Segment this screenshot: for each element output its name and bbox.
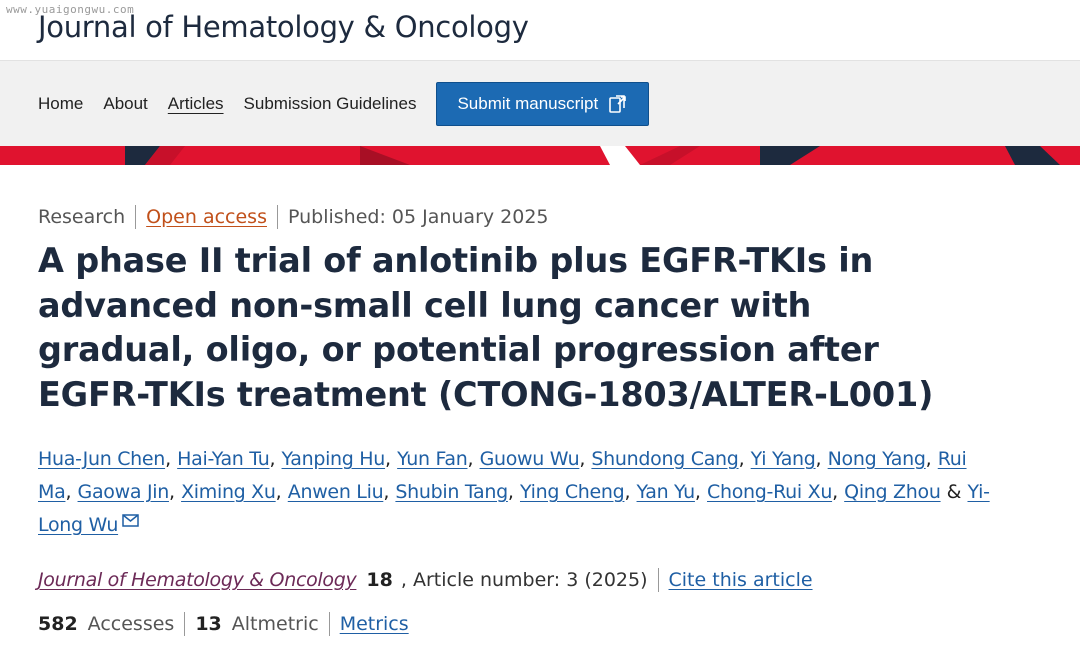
- divider: [135, 205, 137, 229]
- author-link[interactable]: Shundong Cang: [591, 448, 738, 470]
- accesses-label: Accesses: [87, 613, 175, 635]
- author-link[interactable]: Nong Yang: [828, 448, 926, 470]
- author-separator: ,: [832, 481, 845, 503]
- volume-number: 18: [366, 569, 393, 591]
- author-link[interactable]: Qing Zhou: [844, 481, 941, 503]
- submit-manuscript-button[interactable]: Submit manuscript: [436, 81, 650, 126]
- author-link[interactable]: Shubin Tang: [395, 481, 508, 503]
- altmetric-label: Altmetric: [231, 613, 319, 635]
- author-separator: ,: [694, 481, 708, 503]
- article-metrics: 582 Accesses 13 Altmetric Metrics: [38, 612, 1020, 636]
- nav-articles-link[interactable]: Articles: [168, 94, 224, 114]
- author-separator: ,: [65, 481, 78, 503]
- author-separator: ,: [383, 481, 396, 503]
- altmetric-count: 13: [195, 613, 222, 635]
- author-separator: ,: [624, 481, 637, 503]
- email-icon[interactable]: [122, 514, 139, 527]
- divider: [328, 612, 330, 636]
- article-header: Research Open access Published: 05 Janua…: [0, 205, 1080, 636]
- author-link[interactable]: Gaowa Jin: [78, 481, 170, 503]
- article-type: Research: [38, 206, 126, 228]
- published-date: Published: 05 January 2025: [287, 206, 549, 228]
- author-separator: ,: [815, 448, 828, 470]
- article-meta: Research Open access Published: 05 Janua…: [38, 205, 1020, 229]
- external-submit-icon: [609, 94, 627, 113]
- author-list: Hua-Jun Chen, Hai-Yan Tu, Yanping Hu, Yu…: [38, 443, 998, 542]
- author-separator: ,: [507, 481, 520, 503]
- article-title: A phase II trial of anlotinib plus EGFR-…: [38, 241, 934, 414]
- author-separator: ,: [269, 448, 282, 470]
- nav-about-link[interactable]: About: [103, 94, 147, 114]
- divider: [276, 205, 278, 229]
- cite-this-article-link[interactable]: Cite this article: [669, 569, 813, 591]
- nav-submission-guidelines-link[interactable]: Submission Guidelines: [244, 94, 417, 114]
- author-separator: ,: [579, 448, 592, 470]
- author-link[interactable]: Hai-Yan Tu: [177, 448, 270, 470]
- author-separator: ,: [738, 448, 751, 470]
- author-link[interactable]: Guowu Wu: [480, 448, 580, 470]
- citation-line: Journal of Hematology & Oncology 18 , Ar…: [38, 568, 1020, 592]
- author-separator: ,: [467, 448, 480, 470]
- author-link[interactable]: Anwen Liu: [288, 481, 384, 503]
- author-link[interactable]: Ying Cheng: [520, 481, 625, 503]
- submit-manuscript-label: Submit manuscript: [457, 93, 599, 113]
- author-link[interactable]: Hua-Jun Chen: [38, 448, 165, 470]
- decorative-banner: [0, 146, 1080, 165]
- nav-home-link[interactable]: Home: [38, 94, 83, 114]
- watermark-text: www.yuaigongwu.com: [6, 3, 135, 16]
- masthead: Journal of Hematology & Oncology: [0, 0, 1080, 60]
- accesses-count: 582: [38, 613, 78, 635]
- divider: [657, 568, 659, 592]
- main-nav: Home About Articles Submission Guideline…: [0, 60, 1080, 146]
- divider: [184, 612, 186, 636]
- article-number: , Article number: 3 (2025): [400, 569, 648, 591]
- author-separator: ,: [165, 448, 178, 470]
- author-separator: ,: [168, 481, 182, 503]
- author-link[interactable]: Yan Yu: [637, 481, 696, 503]
- author-separator: &: [940, 481, 968, 503]
- metrics-link[interactable]: Metrics: [340, 613, 409, 635]
- author-link[interactable]: Yi Yang: [751, 448, 816, 470]
- author-link[interactable]: Chong-Rui Xu: [707, 481, 832, 503]
- author-separator: ,: [275, 481, 288, 503]
- author-separator: ,: [925, 448, 938, 470]
- journal-link[interactable]: Journal of Hematology & Oncology: [38, 569, 357, 591]
- author-link[interactable]: Yanping Hu: [282, 448, 386, 470]
- author-link[interactable]: Ximing Xu: [181, 481, 276, 503]
- journal-title[interactable]: Journal of Hematology & Oncology: [38, 10, 1080, 44]
- author-separator: ,: [385, 448, 398, 470]
- open-access-link[interactable]: Open access: [146, 206, 267, 228]
- author-link[interactable]: Yun Fan: [397, 448, 468, 470]
